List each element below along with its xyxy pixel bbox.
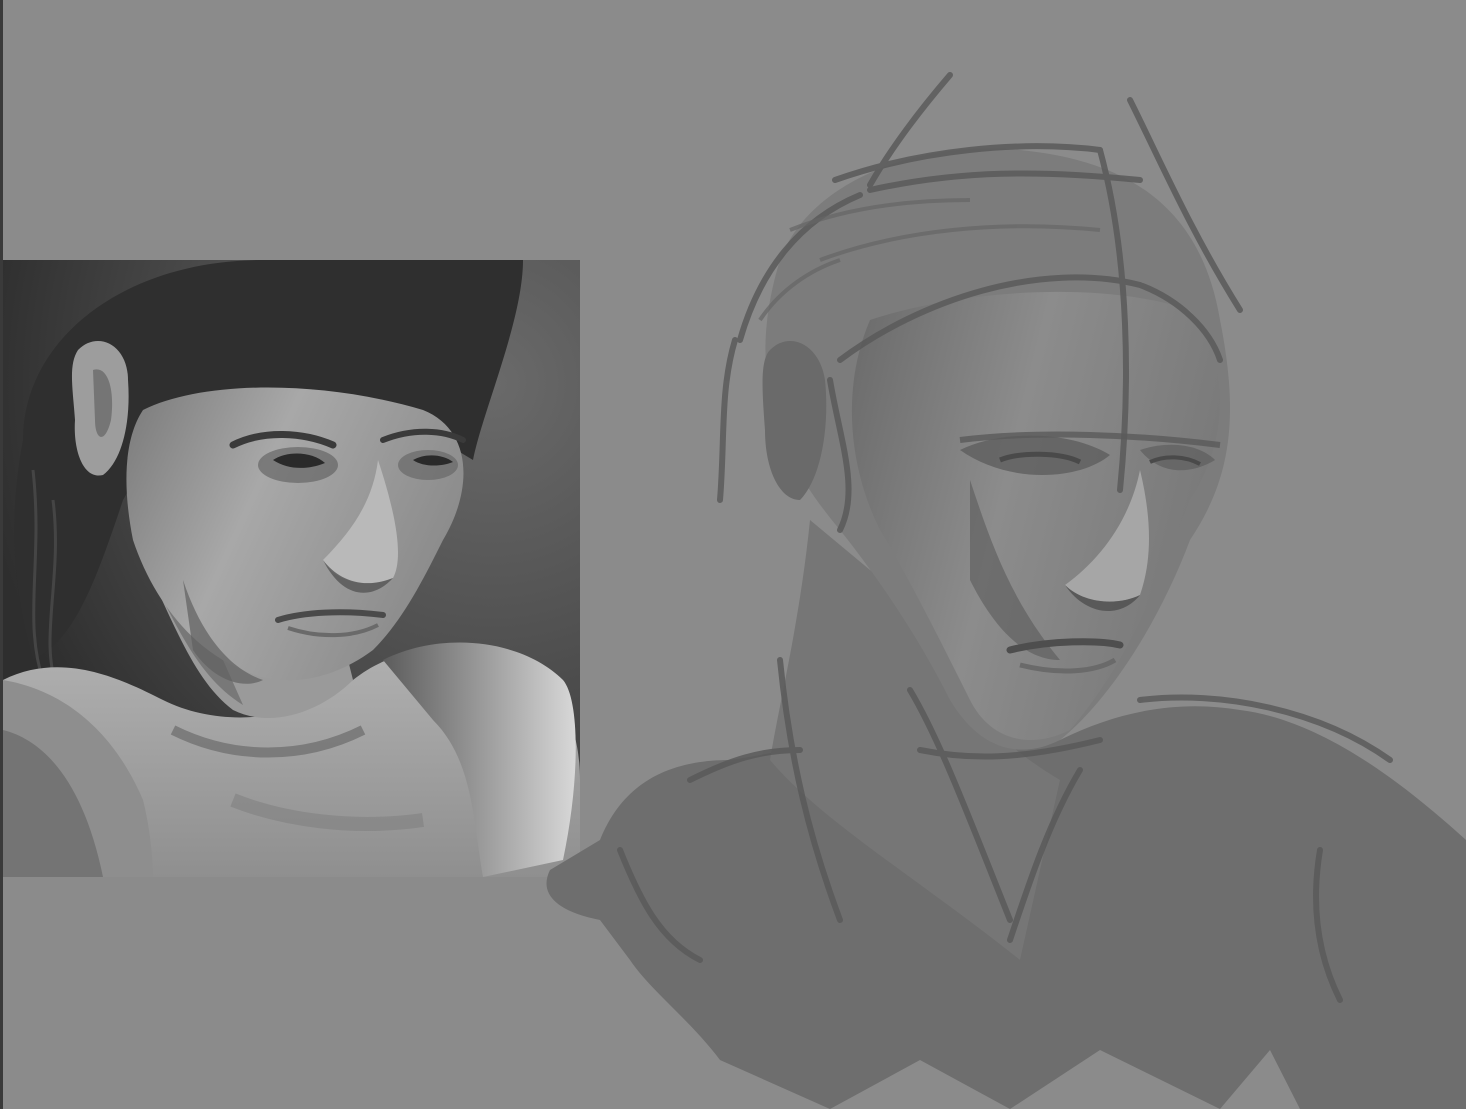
reference-photo xyxy=(3,260,580,877)
portrait-sketch[interactable] xyxy=(540,60,1466,1109)
painting-canvas[interactable] xyxy=(0,0,1466,1109)
